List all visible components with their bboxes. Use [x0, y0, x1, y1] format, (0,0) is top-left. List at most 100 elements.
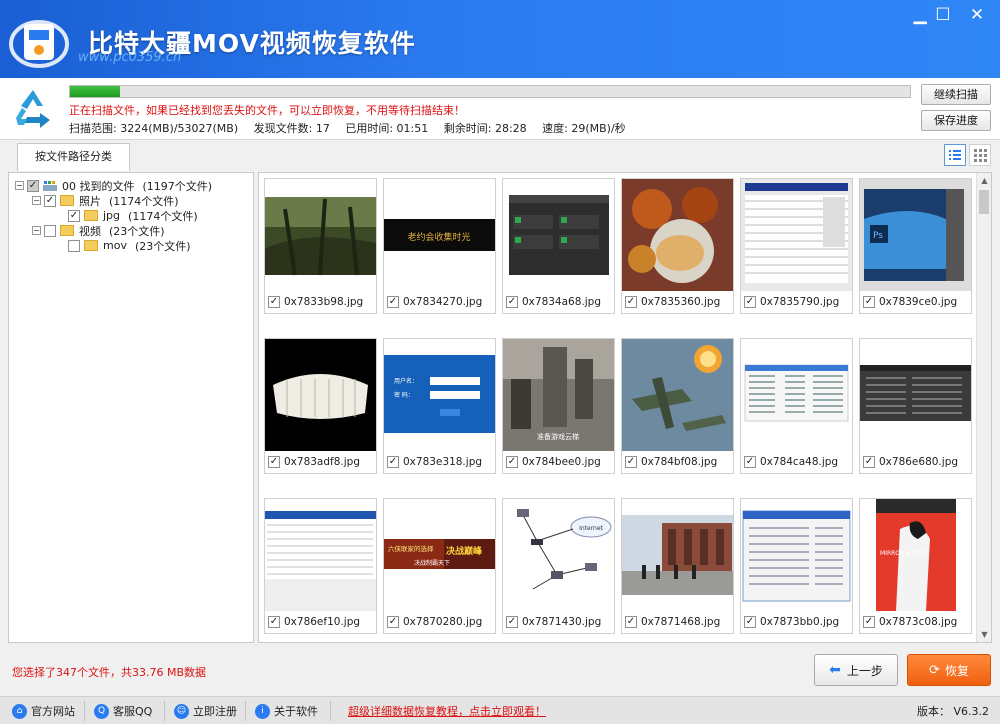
footer-bar: ⌂ 官方网站 Q 客服QQ ☺ 立即注册 i 关于软件 超级详细数据恢复教程，点… [0, 696, 1000, 724]
thumbnail-image: Ps [860, 179, 971, 291]
file-thumbnail-card[interactable]: ✓ 0x7871468.jpg [621, 498, 734, 634]
scroll-down-icon[interactable]: ▼ [977, 627, 991, 642]
file-checkbox[interactable]: ✓ [268, 456, 280, 468]
file-thumbnail-card[interactable]: ✓ 0x784ca48.jpg [740, 338, 853, 474]
jpg-checkbox[interactable]: ✓ [68, 209, 80, 222]
file-thumbnail-card[interactable]: ✓ 0x7833b98.jpg [264, 178, 377, 314]
continue-scan-button[interactable]: 继续扫描 [921, 84, 991, 105]
scan-stats: 扫描范围: 3224(MB)/53027(MB) 发现文件数: 17 已用时间:… [69, 120, 638, 136]
thumbnail-image [741, 179, 852, 291]
file-thumbnail-card[interactable]: ✓ 0x7835790.jpg [740, 178, 853, 314]
about-link[interactable]: i 关于软件 [255, 702, 318, 720]
previous-label: 上一步 [846, 663, 883, 678]
recover-button[interactable]: ⟳ 恢复 [907, 654, 991, 686]
file-checkbox[interactable]: ✓ [506, 296, 518, 308]
footer-divider [164, 701, 165, 721]
collapse-icon[interactable]: − [15, 181, 24, 190]
file-thumbnail-card[interactable]: 六侠联家的选择 决战巅峰 决战制霸天下 ✓ 0x7870280.jpg [383, 498, 496, 634]
collapse-icon[interactable]: − [32, 226, 41, 235]
grid-view-button[interactable] [969, 144, 991, 166]
tree-jpg[interactable]: ✓ jpg (1174个文件) [68, 208, 198, 223]
tree-photo-label: 照片 [79, 194, 101, 208]
scroll-thumb[interactable] [979, 190, 989, 214]
thumbnail-image [741, 339, 852, 451]
file-checkbox[interactable]: ✓ [863, 296, 875, 308]
thumbnail-image [622, 339, 733, 451]
file-checkbox[interactable]: ✓ [744, 296, 756, 308]
file-thumbnail-card[interactable]: 用户名： 密 码： ✓ 0x783e318.jpg [383, 338, 496, 474]
file-name: 0x7873bb0.jpg [760, 616, 840, 628]
photo-checkbox[interactable]: ✓ [44, 194, 56, 207]
file-thumbnail-card[interactable]: ✓ 0x784bf08.jpg [621, 338, 734, 474]
file-checkbox[interactable]: ✓ [625, 456, 637, 468]
file-thumbnail-card[interactable]: 准备游戏云梯 ✓ 0x784bee0.jpg [502, 338, 615, 474]
file-thumbnail-card[interactable]: ✓ 0x7834a68.jpg [502, 178, 615, 314]
tree-root[interactable]: − ✓ 00 找到的文件 (1197个文件) [15, 178, 212, 193]
tree-photo[interactable]: − ✓ 照片 (1174个文件) [32, 193, 179, 208]
file-checkbox[interactable]: ✓ [506, 456, 518, 468]
grid-scrollbar[interactable]: ▲ ▼ [976, 173, 991, 642]
collapse-icon[interactable]: − [32, 196, 41, 205]
file-name: 0x784bee0.jpg [522, 456, 601, 468]
official-site-link[interactable]: ⌂ 官方网站 [12, 702, 75, 720]
file-name: 0x7873c08.jpg [879, 616, 958, 628]
scan-message: 正在扫描文件，如果已经找到您丢失的文件，可以立即恢复，不用等待扫描结束！ [69, 104, 465, 117]
file-checkbox[interactable]: ✓ [268, 296, 280, 308]
save-progress-button[interactable]: 保存进度 [921, 110, 991, 131]
user-icon: ☺ [174, 703, 189, 719]
thumbnail-image: 准备游戏云梯 [503, 339, 614, 451]
video-checkbox[interactable] [44, 224, 56, 237]
register-link[interactable]: ☺ 立即注册 [174, 702, 237, 720]
file-thumbnail-card[interactable]: ✓ 0x786e680.jpg [859, 338, 972, 474]
folder-icon [60, 225, 74, 236]
close-button[interactable]: ✕ [962, 4, 992, 26]
file-checkbox[interactable]: ✓ [625, 296, 637, 308]
scan-range: 扫描范围: 3224(MB)/53027(MB) [69, 122, 239, 135]
file-checkbox[interactable]: ✓ [268, 616, 280, 628]
tree-video[interactable]: − 视频 (23个文件) [32, 223, 165, 238]
title-bar: 比特大疆MOV视频恢复软件 www.pc0359.cn ▁ ☐ ✕ [0, 0, 1000, 78]
recycle-icon [16, 90, 50, 128]
file-thumbnail-card[interactable]: MIRROR'S EDGE ✓ 0x7873c08.jpg [859, 498, 972, 634]
file-checkbox[interactable]: ✓ [863, 616, 875, 628]
thumbnail-image [265, 339, 376, 451]
file-checkbox[interactable]: ✓ [863, 456, 875, 468]
remaining-time: 剩余时间: 28:28 [443, 122, 527, 135]
file-thumbnail-card[interactable]: Internet ✓ 0x7871430.jpg [502, 498, 615, 634]
recover-label: 恢复 [944, 663, 969, 678]
file-name: 0x7871430.jpg [522, 616, 602, 628]
tree-mov[interactable]: mov (23个文件) [68, 238, 191, 253]
info-icon: i [255, 703, 270, 719]
svg-text:MIRROR'S EDGE: MIRROR'S EDGE [880, 550, 929, 557]
file-label: ✓ 0x783adf8.jpg [268, 454, 360, 470]
folder-icon [60, 195, 74, 206]
file-name: 0x7839ce0.jpg [879, 296, 958, 308]
list-view-button[interactable] [944, 144, 966, 166]
tab-by-path[interactable]: 按文件路径分类 [17, 143, 130, 171]
file-name: 0x783adf8.jpg [284, 456, 360, 468]
thumbnail-image [265, 179, 376, 291]
file-checkbox[interactable]: ✓ [387, 296, 399, 308]
root-checkbox[interactable]: ✓ [27, 179, 39, 192]
mov-checkbox[interactable] [68, 239, 80, 252]
file-thumbnail-card[interactable]: 老约会收集时光 ✓ 0x7834270.jpg [383, 178, 496, 314]
file-thumbnail-card[interactable]: ✓ 0x786ef10.jpg [264, 498, 377, 634]
thumbnail-image: MIRROR'S EDGE [860, 499, 971, 611]
previous-button[interactable]: ⬅ 上一步 [814, 654, 898, 686]
file-checkbox[interactable]: ✓ [744, 616, 756, 628]
file-thumbnail-card[interactable]: ✓ 0x7873bb0.jpg [740, 498, 853, 634]
file-name: 0x786ef10.jpg [284, 616, 361, 628]
maximize-button[interactable]: ☐ [928, 4, 958, 26]
support-qq-link[interactable]: Q 客服QQ [94, 702, 152, 720]
file-thumbnail-card[interactable]: Ps ✓ 0x7839ce0.jpg [859, 178, 972, 314]
svg-text:准备游戏云梯: 准备游戏云梯 [537, 432, 579, 441]
file-checkbox[interactable]: ✓ [625, 616, 637, 628]
file-checkbox[interactable]: ✓ [506, 616, 518, 628]
file-thumbnail-card[interactable]: ✓ 0x7835360.jpg [621, 178, 734, 314]
scroll-up-icon[interactable]: ▲ [977, 173, 991, 188]
file-thumbnail-card[interactable]: ✓ 0x783adf8.jpg [264, 338, 377, 474]
file-checkbox[interactable]: ✓ [387, 456, 399, 468]
file-checkbox[interactable]: ✓ [744, 456, 756, 468]
tutorial-link[interactable]: 超级详细数据恢复教程，点击立即观看！ [348, 703, 546, 719]
file-checkbox[interactable]: ✓ [387, 616, 399, 628]
